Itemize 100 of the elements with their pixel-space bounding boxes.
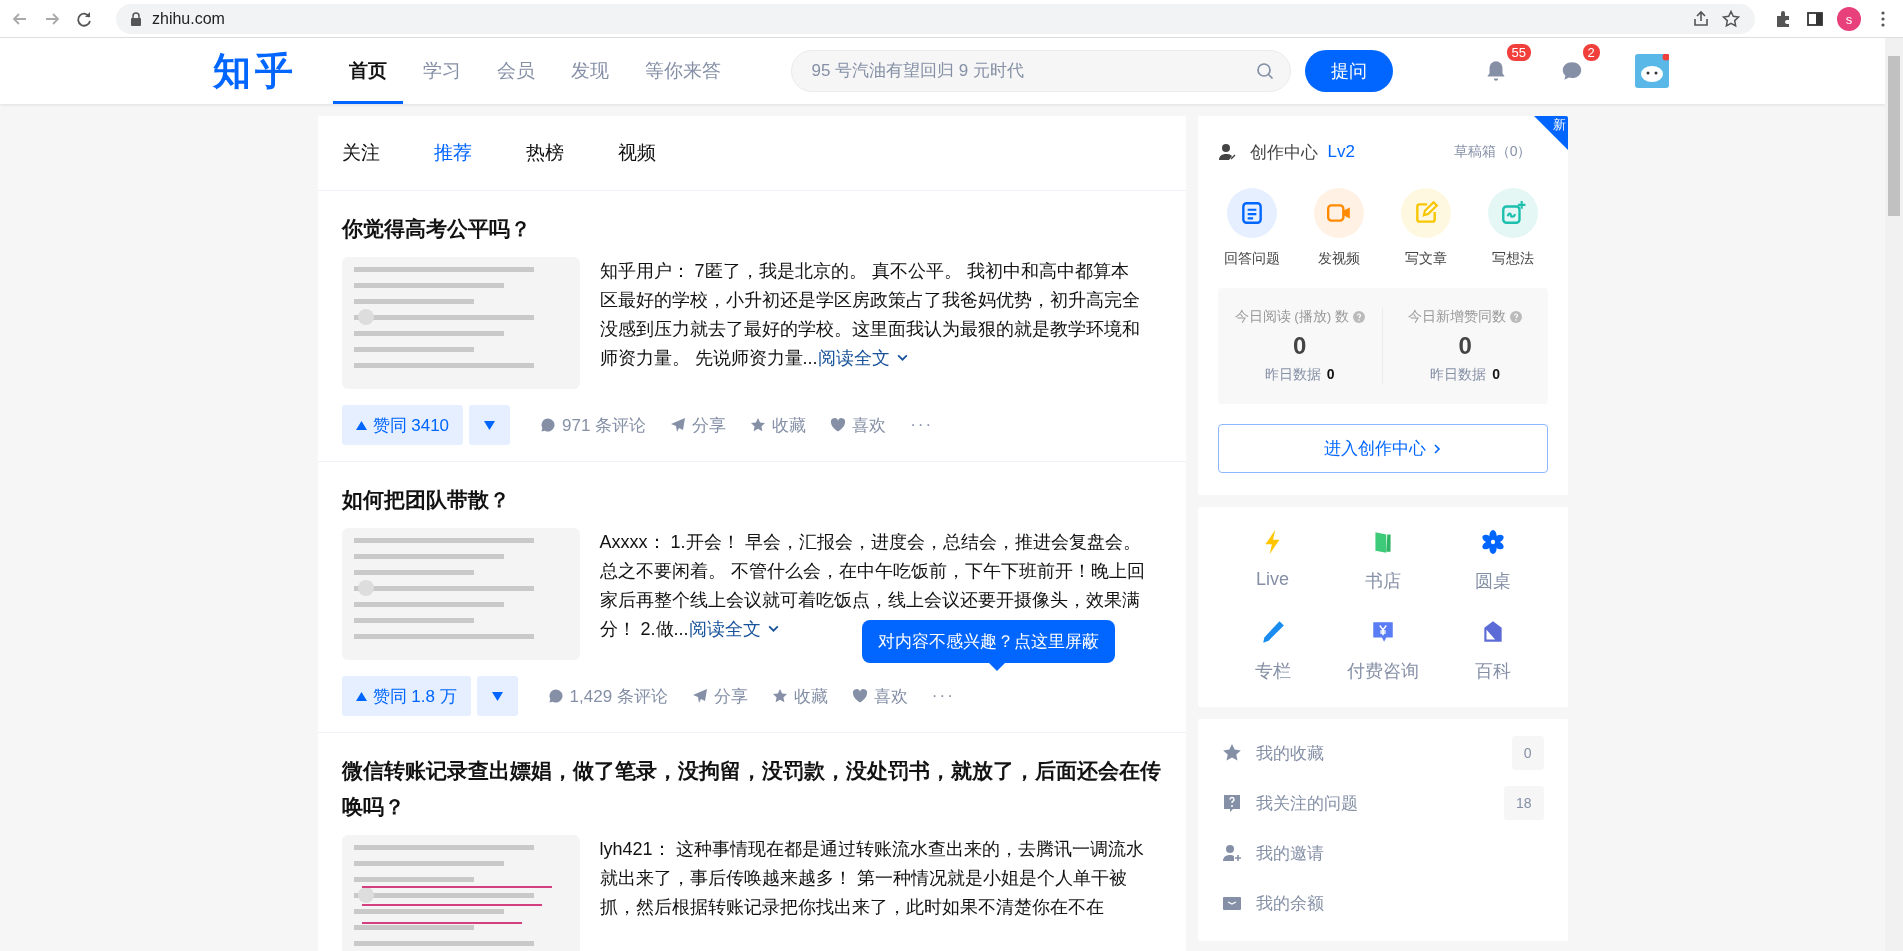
creator-action[interactable]: 发视频 [1306,188,1371,268]
favorite-button[interactable]: 收藏 [750,413,807,437]
triangle-down-icon [484,419,496,431]
comment-icon [547,688,564,704]
tool-link[interactable]: 专栏 [1217,619,1328,683]
downvote-button[interactable] [469,405,511,445]
triangle-down-icon [491,690,503,702]
answer-excerpt: lyh421： 这种事情现在都是通过转账流水查出来的，去腾讯一调流水就出来了，事后传唤越来越多！ 第一种情况就是小姐是个人单干被抓，然后根据转账记录把你找出来了，此时如果不清楚你在不在 [599,838,1145,919]
tooltip-arrow [988,663,1005,671]
question-icon [1221,793,1242,813]
stat-label: 今日新增赞同数 [1408,308,1507,326]
comment-icon [540,417,557,433]
sidebar-link[interactable]: 我的收藏 0 [1221,735,1544,771]
stat-label: 今日阅读 (播放) 数 [1234,308,1349,326]
scrollbar[interactable] [1885,38,1903,951]
nav-tab[interactable]: 首页 [332,38,403,104]
read-more-link[interactable]: 阅读全文 [688,619,780,639]
creator-title[interactable]: 创作中心 [1249,140,1318,164]
tool-label: 圆桌 [1474,570,1511,593]
search-field[interactable]: 95 号汽油有望回归 9 元时代 [790,50,1291,92]
like-button[interactable]: 喜欢 [851,684,908,708]
more-button[interactable]: ··· [910,415,934,435]
post-title[interactable]: 微信转账记录查出嫖娼，做了笔录，没拘留，没罚款，没处罚书，就放了，后面还会在传唤吗？ [341,753,1162,825]
enter-creator-button[interactable]: 进入创作中心 [1217,424,1548,473]
upvote-button[interactable]: 赞同 1.8 万 [341,676,471,716]
count-badge: 18 [1503,786,1544,820]
feed-tab[interactable]: 视频 [617,140,656,166]
link-label: 我的收藏 [1255,742,1324,765]
ask-button[interactable]: 提问 [1304,50,1393,92]
tool-link[interactable]: 书店 [1327,529,1438,593]
action-label: 写文章 [1405,250,1448,268]
star-icon [750,417,767,433]
yesterday-label: 昨日数据 [1430,366,1487,384]
yesterday-value: 0 [1326,366,1335,384]
hint-tooltip[interactable]: 对内容不感兴趣？点这里屏蔽 [861,620,1115,663]
like-button[interactable]: 喜欢 [830,413,887,437]
tool-link[interactable]: Live [1217,529,1328,593]
drafts-link[interactable]: 草稿箱（0） [1453,143,1532,161]
video-camera-icon [1313,188,1364,238]
bookmark-star-icon[interactable] [1721,9,1741,29]
person-pen-icon [1217,143,1236,161]
level-label[interactable]: Lv2 [1327,142,1355,162]
yesterday-label: 昨日数据 [1264,366,1321,384]
feed-tab[interactable]: 推荐 [433,140,472,166]
image-add-icon [1488,188,1539,238]
post-title[interactable]: 如何把团队带散？ [341,482,1162,518]
upvote-button[interactable]: 赞同 3410 [341,405,464,445]
search-icon[interactable] [1254,61,1275,81]
tool-label: Live [1256,569,1289,590]
paper-plane-icon [691,688,708,704]
tool-link[interactable]: 付费咨询 [1327,619,1438,683]
downvote-button[interactable] [476,676,518,716]
tool-label: 书店 [1364,570,1401,593]
read-more-link[interactable]: 阅读全文 [817,348,909,368]
nav-tab[interactable]: 等你来答 [628,38,737,104]
feed-tab[interactable]: 关注 [341,140,380,166]
profile-avatar[interactable]: s [1837,7,1861,31]
chevron-right-icon [1431,442,1442,455]
heart-icon [851,688,868,704]
nav-tab[interactable]: 发现 [554,38,625,104]
person-add-icon [1221,843,1242,863]
star-icon [1221,743,1242,763]
link-label: 我关注的问题 [1255,792,1358,815]
message-badge: 2 [1580,42,1602,63]
user-avatar[interactable] [1634,54,1669,88]
sidebar-link[interactable]: 我的余额 [1221,885,1544,921]
sidebar-link[interactable]: 我关注的问题 18 [1221,785,1544,821]
tool-link[interactable]: 圆桌 [1437,529,1548,593]
stat-value: 0 [1293,332,1307,360]
favorite-button[interactable]: 收藏 [771,684,828,708]
creator-action[interactable]: 回答问题 [1219,188,1284,268]
link-label: 我的余额 [1255,892,1324,915]
creator-action[interactable]: 写想法 [1481,188,1546,268]
lock-icon [130,12,142,26]
address-bar[interactable]: zhihu.com [116,4,1755,34]
tool-link[interactable]: 百科 [1437,619,1548,683]
tool-label: 付费咨询 [1346,660,1419,683]
answer-excerpt: 知乎用户： 7匿了，我是北京的。 真不公平。 我初中和高中都算本区最好的学校，小升初还是学区房政策占了我爸妈优势，初升高完全没感到压力就去了最好的学校。这里面我认为最狠的就是教学环境和师资力量。 先说师资力量...阅读全文 [599,260,1141,370]
nav-tab[interactable]: 会员 [480,38,551,104]
triangle-up-icon [355,690,367,702]
action-label: 写想法 [1492,250,1535,268]
comments-button[interactable]: 1,429 条评论 [547,684,668,708]
url-text: zhihu.com [152,10,225,28]
share-button[interactable]: 分享 [691,684,748,708]
creator-action[interactable]: 写文章 [1394,188,1459,268]
site-logo[interactable]: 知乎 [212,45,297,97]
side-panel-icon[interactable] [1805,9,1825,29]
feed-tab[interactable]: 热榜 [525,140,564,166]
action-label: 回答问题 [1223,250,1280,268]
sidebar-link[interactable]: 我的邀请 [1221,835,1544,871]
more-button[interactable]: ··· [931,686,955,706]
heart-icon [830,417,847,433]
share-button[interactable]: 分享 [670,413,727,437]
comments-button[interactable]: 971 条评论 [540,413,647,437]
tool-label: 专栏 [1254,660,1291,683]
document-icon [1226,188,1277,238]
nav-tab[interactable]: 学习 [406,38,477,104]
share-icon[interactable] [1691,9,1711,29]
yesterday-value: 0 [1492,366,1501,384]
post-title[interactable]: 你觉得高考公平吗？ [341,211,1162,247]
